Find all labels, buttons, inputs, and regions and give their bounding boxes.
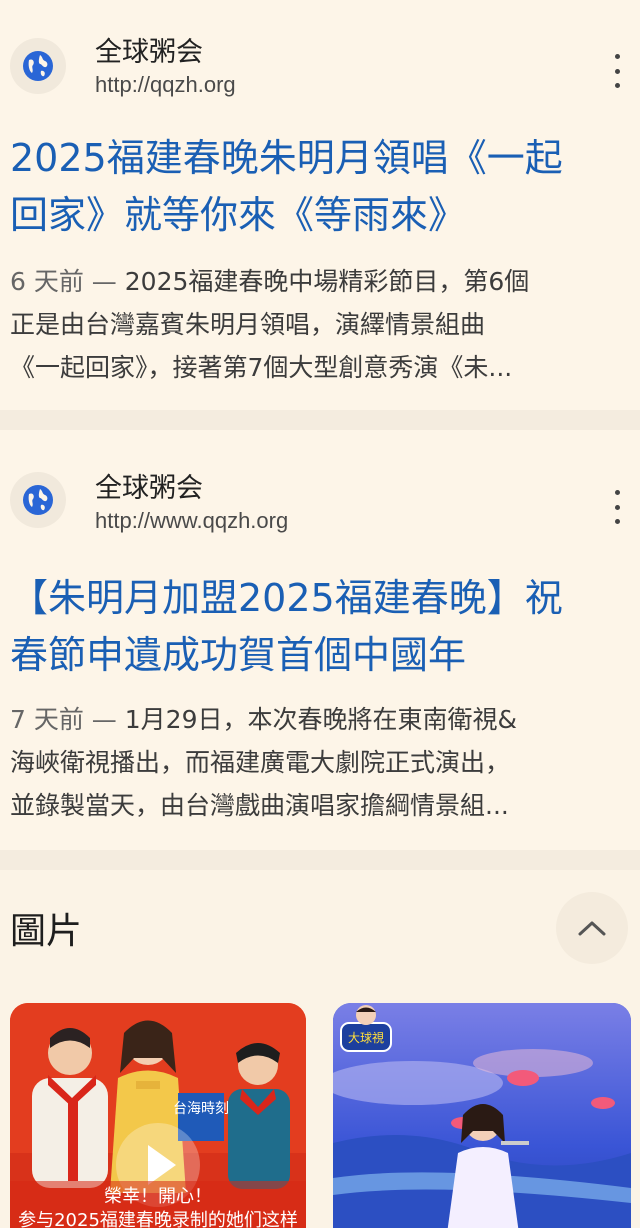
globe-icon <box>23 485 53 515</box>
result-title-line: 春節申遺成功賀首個中國年 <box>10 633 467 677</box>
images-section-title: 圖片 <box>10 911 83 952</box>
image-thumbnail[interactable]: 台海時刻 榮幸！開心！ 参与2025福建春晚录制的她们这样说 <box>10 1003 306 1228</box>
thumbnail-caption-line: 榮幸！開心！ <box>104 1186 212 1207</box>
result-snippet: 6 天前 — 2025福建春晚中場精彩節目，第6個 正是由台灣嘉賓朱明月領唱，演… <box>10 260 634 389</box>
chevron-up-icon <box>578 921 606 936</box>
site-url[interactable]: http://www.qqzh.org <box>95 508 288 534</box>
result-age: 7 天前 — <box>10 705 117 734</box>
site-url[interactable]: http://qqzh.org <box>95 72 236 98</box>
search-result-card[interactable]: 全球粥会 http://qqzh.org 2025福建春晚朱明月領唱《一起 回家… <box>0 0 640 410</box>
collapse-images-button[interactable] <box>556 892 628 964</box>
result-title-line: 2025福建春晚朱明月領唱《一起 <box>10 136 563 180</box>
result-title-line: 回家》就等你來《等雨來》 <box>10 193 467 237</box>
thumbnail-caption: 榮幸！開心！ 参与2025福建春晚录制的她们这样说 <box>16 1185 300 1228</box>
result-snippet: 7 天前 — 1月29日，本次春晚將在東南衛視& 海峽衛視播出，而福建廣電大劇院… <box>10 698 634 827</box>
result-title-link[interactable]: 2025福建春晚朱明月領唱《一起 回家》就等你來《等雨來》 <box>10 130 630 244</box>
thumbnail-caption-line: 参与2025福建春晚录制的她们这样说 <box>18 1210 298 1228</box>
snippet-text: 《一起回家》，接著第7個大型創意秀演《未... <box>10 353 513 382</box>
site-name: 全球粥会 <box>95 37 203 68</box>
snippet-text: 2025福建春晚中場精彩節目，第6個 <box>124 267 530 296</box>
globe-icon <box>23 51 53 81</box>
more-options-button[interactable] <box>608 54 626 88</box>
more-options-button[interactable] <box>608 490 626 524</box>
thumbnail-badge: 大球視 <box>348 1030 384 1045</box>
image-thumbnail[interactable]: 大球視 <box>333 1003 631 1228</box>
thumbnail-artwork: 大球視 <box>333 1003 631 1228</box>
snippet-text: 並錄製當天，由台灣戲曲演唱家擔綱情景組... <box>10 791 509 820</box>
site-favicon <box>10 472 66 528</box>
result-title-line: 【朱明月加盟2025福建春晚】祝 <box>10 576 563 620</box>
divider <box>0 850 640 870</box>
site-favicon <box>10 38 66 94</box>
search-result-card[interactable]: 全球粥会 http://www.qqzh.org 【朱明月加盟2025福建春晚】… <box>0 430 640 850</box>
result-title-link[interactable]: 【朱明月加盟2025福建春晚】祝 春節申遺成功賀首個中國年 <box>10 570 630 684</box>
site-name: 全球粥会 <box>95 473 203 504</box>
search-results-page: 全球粥会 http://qqzh.org 2025福建春晚朱明月領唱《一起 回家… <box>0 0 640 1228</box>
divider <box>0 410 640 430</box>
thumbnail-badge: 台海時刻 <box>173 1101 229 1117</box>
snippet-text: 正是由台灣嘉賓朱明月領唱，演繹情景組曲 <box>10 310 486 339</box>
result-age: 6 天前 — <box>10 267 117 296</box>
snippet-text: 1月29日，本次春晚將在東南衛視& <box>124 705 517 734</box>
snippet-text: 海峽衛視播出，而福建廣電大劇院正式演出， <box>10 748 511 777</box>
